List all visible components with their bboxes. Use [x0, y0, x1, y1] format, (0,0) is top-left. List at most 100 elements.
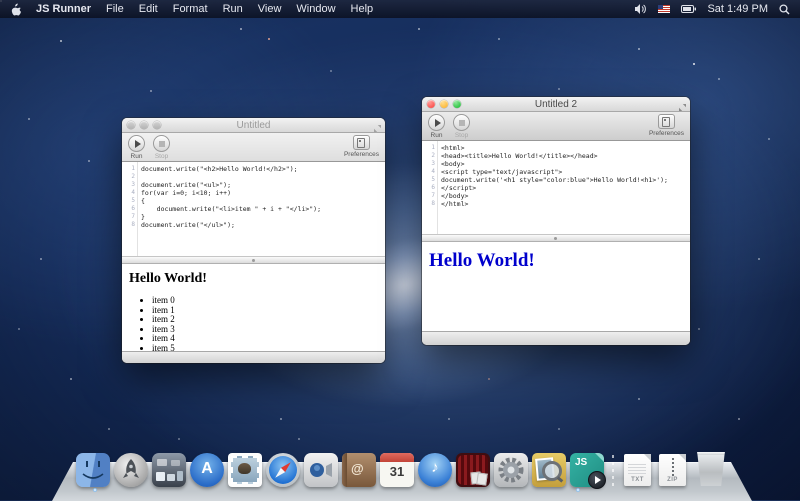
toolbar: Run Stop Preferences	[122, 133, 385, 162]
spotlight-search-icon[interactable]	[779, 4, 790, 15]
line-number: 7	[122, 213, 135, 221]
preferences-button[interactable]	[353, 135, 370, 150]
line-number: 8	[122, 221, 135, 229]
line-number: 5	[122, 197, 135, 205]
ical-icon[interactable]: 31	[380, 453, 414, 487]
mail-icon[interactable]	[228, 453, 262, 487]
stop-label: Stop	[155, 153, 168, 160]
title-bar[interactable]: Untitled	[122, 118, 385, 133]
line-number: 5	[422, 176, 435, 184]
splitter-handle[interactable]	[122, 256, 385, 264]
title-bar[interactable]: Untitled 2	[422, 97, 690, 112]
code-editor: 12345678 document.write("<h2>Hello World…	[122, 162, 385, 256]
code-area[interactable]: <html><head><title>Hello World!</title><…	[438, 141, 690, 234]
fullscreen-icon[interactable]	[373, 120, 382, 129]
folded-corner	[595, 453, 604, 462]
output-pane: Hello World!	[422, 242, 690, 331]
zip-document-icon[interactable]: ZIP	[659, 454, 686, 486]
stop-button[interactable]	[453, 114, 470, 131]
js-runner-running-indicator	[576, 488, 580, 492]
itunes-icon[interactable]: ♪	[418, 453, 452, 487]
menubar-clock[interactable]: Sat 1:49 PM	[707, 3, 768, 15]
line-number: 7	[422, 192, 435, 200]
run-button[interactable]	[428, 114, 445, 131]
menu-item[interactable]: Format	[173, 3, 208, 15]
code-line: <script type="text/javascript">	[441, 168, 690, 176]
volume-icon[interactable]	[635, 4, 647, 14]
app-store-icon[interactable]: A	[190, 453, 224, 487]
preferences-icon	[357, 138, 365, 148]
menu-bar: JS Runner File Edit Format Run View Window Help…	[0, 0, 800, 18]
system-preferences-icon[interactable]	[494, 453, 528, 487]
output-heading: Hello World!	[129, 271, 379, 287]
app-store-letter: A	[190, 460, 224, 478]
menu-item[interactable]: Edit	[139, 3, 158, 15]
line-number: 2	[122, 173, 135, 181]
code-line: }	[141, 213, 385, 221]
code-line: </body>	[441, 192, 690, 200]
stop-button[interactable]	[153, 135, 170, 152]
window-untitled-2: Untitled 2 Run Stop Preferences 12345678…	[422, 97, 690, 345]
play-icon	[135, 140, 141, 148]
code-line: document.write('<h1 style="color:blue">H…	[441, 176, 690, 184]
txt-document-icon[interactable]: TXT	[624, 454, 651, 486]
js-label: JS	[575, 457, 587, 468]
stop-icon	[159, 141, 165, 147]
menu-item[interactable]: File	[106, 3, 124, 15]
code-line: <html>	[441, 144, 690, 152]
output-list-item: item 3	[152, 325, 379, 335]
apple-menu-icon[interactable]	[10, 3, 21, 16]
preferences-label: Preferences	[649, 130, 684, 137]
window-bottom-bar	[422, 331, 690, 345]
line-number: 2	[422, 152, 435, 160]
launchpad-icon[interactable]	[114, 453, 148, 487]
splitter-handle[interactable]	[422, 234, 690, 242]
contacts-icon[interactable]: @	[342, 453, 376, 487]
code-line: for(var i=0; i<10; i++)	[141, 189, 385, 197]
trash-icon[interactable]	[696, 452, 726, 486]
facetime-icon[interactable]	[304, 453, 338, 487]
line-number: 1	[422, 144, 435, 152]
play-badge-icon	[588, 471, 606, 489]
menu-item[interactable]: JS Runner	[36, 3, 91, 15]
preferences-icon	[662, 117, 670, 127]
code-line: document.write("<ul>");	[141, 181, 385, 189]
output-heading: Hello World!	[429, 250, 684, 272]
line-number: 6	[122, 205, 135, 213]
menu-item[interactable]: Window	[296, 3, 335, 15]
window-bottom-bar	[122, 351, 385, 363]
line-number: 4	[122, 189, 135, 197]
input-language-flag-icon[interactable]	[658, 5, 670, 13]
music-note-glyph: ♪	[418, 459, 452, 476]
run-label: Run	[431, 132, 443, 139]
zipper	[672, 457, 674, 476]
output-list: item 0item 1item 2item 3item 4item 5	[128, 296, 379, 351]
line-number: 4	[422, 168, 435, 176]
finder-icon[interactable]	[76, 453, 110, 487]
line-number: 6	[422, 184, 435, 192]
code-area[interactable]: document.write("<h2>Hello World!</h2>");…	[138, 162, 385, 256]
fullscreen-icon[interactable]	[678, 99, 687, 108]
output-list-item: item 2	[152, 315, 379, 325]
code-line: {	[141, 197, 385, 205]
magnifier-loupe-icon	[542, 461, 562, 481]
preferences-button[interactable]	[658, 114, 675, 129]
output-list-item: item 4	[152, 334, 379, 344]
menu-item[interactable]: Run	[223, 3, 243, 15]
preview-icon[interactable]	[532, 453, 566, 487]
photo-booth-icon[interactable]	[456, 453, 490, 487]
menu-items: JS Runner File Edit Format Run View Window Help	[36, 3, 373, 15]
code-line	[141, 173, 385, 181]
safari-icon[interactable]	[266, 453, 300, 487]
txt-label: TXT	[624, 477, 651, 483]
preferences-label: Preferences	[344, 151, 379, 158]
battery-icon[interactable]	[681, 5, 696, 13]
mission-control-icon[interactable]	[152, 453, 186, 487]
menu-item[interactable]: View	[258, 3, 282, 15]
menu-item[interactable]: Help	[351, 3, 374, 15]
js-runner-dock-icon[interactable]: JS	[570, 453, 604, 487]
run-label: Run	[131, 153, 143, 160]
line-number: 1	[122, 165, 135, 173]
code-line: </html>	[441, 200, 690, 208]
run-button[interactable]	[128, 135, 145, 152]
